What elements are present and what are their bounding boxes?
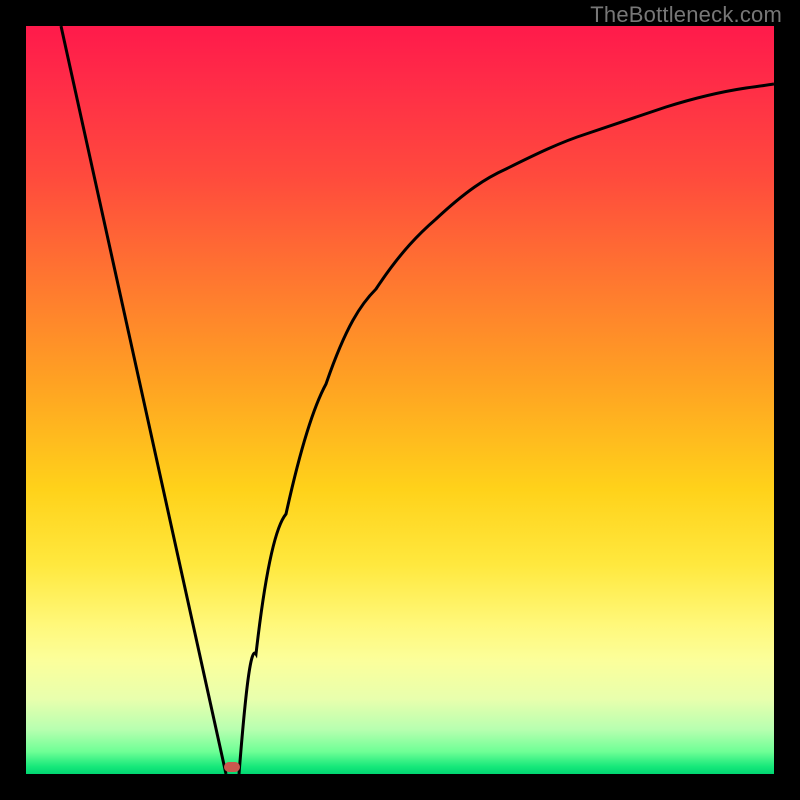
right-curve [239, 84, 774, 774]
curve-svg [26, 26, 774, 774]
left-slope [61, 26, 226, 774]
plot-area [26, 26, 774, 774]
watermark-text: TheBottleneck.com [590, 2, 782, 28]
bottom-marker [224, 762, 240, 772]
chart-frame: TheBottleneck.com [0, 0, 800, 800]
